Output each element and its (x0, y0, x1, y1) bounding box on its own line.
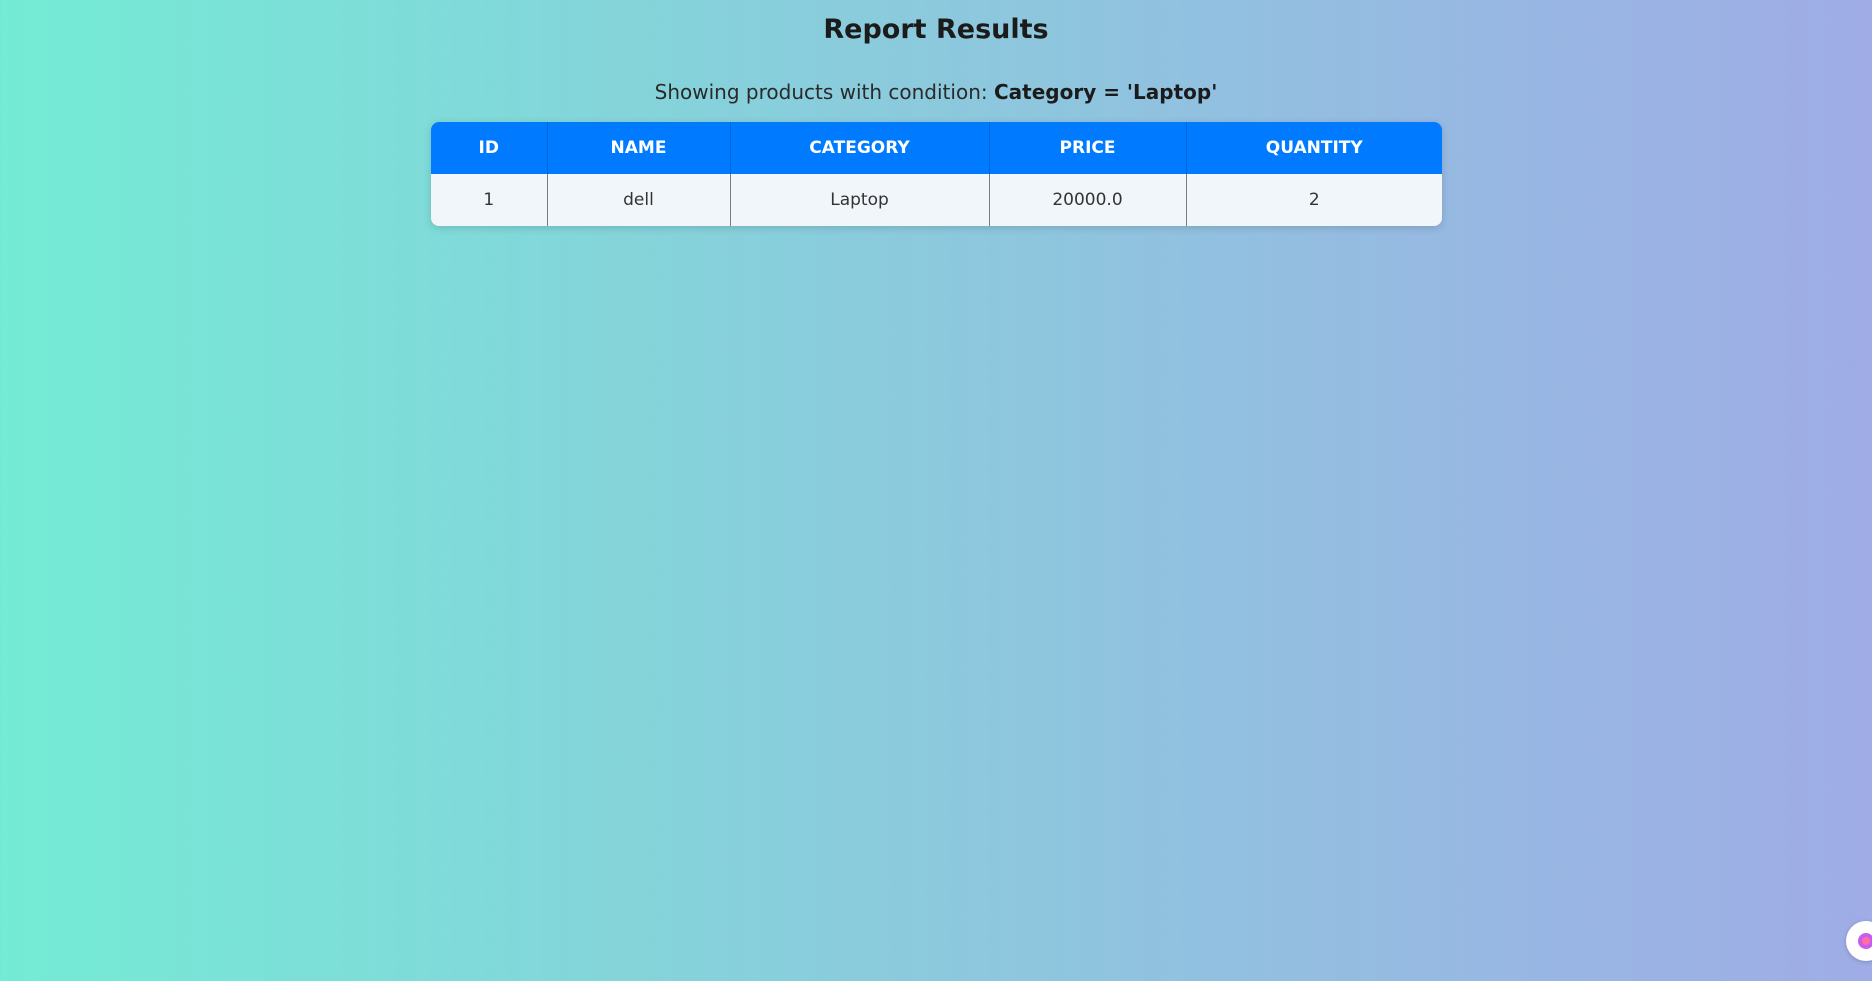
results-table-container: ID NAME CATEGORY PRICE QUANTITY 1 dell L… (431, 122, 1442, 226)
results-table: ID NAME CATEGORY PRICE QUANTITY 1 dell L… (431, 122, 1442, 226)
column-header-id: ID (431, 122, 548, 174)
assistant-floating-button[interactable] (1846, 921, 1872, 961)
condition-value: Category = 'Laptop' (993, 80, 1218, 104)
condition-summary: Showing products with condition: Categor… (0, 80, 1872, 104)
assistant-icon (1858, 933, 1872, 949)
table-row: 1 dell Laptop 20000.0 2 (431, 174, 1442, 226)
column-header-price: PRICE (989, 122, 1187, 174)
column-header-category: CATEGORY (730, 122, 990, 174)
table-header-row: ID NAME CATEGORY PRICE QUANTITY (431, 122, 1442, 174)
cell-name: dell (547, 174, 731, 226)
cell-quantity: 2 (1186, 174, 1442, 226)
cell-price: 20000.0 (989, 174, 1187, 226)
cell-id: 1 (431, 174, 548, 226)
column-header-quantity: QUANTITY (1186, 122, 1442, 174)
cell-category: Laptop (730, 174, 990, 226)
page-title: Report Results (823, 14, 1049, 45)
condition-prefix: Showing products with condition: (654, 80, 994, 104)
column-header-name: NAME (547, 122, 731, 174)
